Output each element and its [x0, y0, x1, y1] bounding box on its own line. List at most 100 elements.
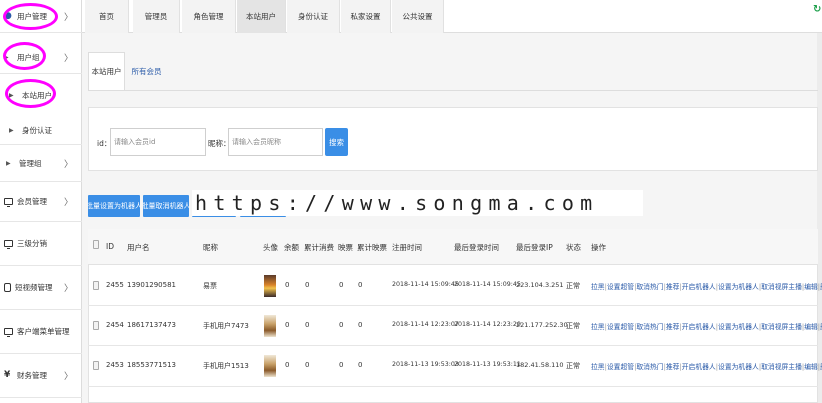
blacklist-link[interactable]: 拉黑	[591, 323, 605, 331]
set-super-admin-link[interactable]: 设置超管	[607, 283, 634, 291]
sidebar-item-label: 三级分销	[17, 239, 47, 248]
col-actions: 操作	[591, 243, 606, 252]
sidebar-item-site-users[interactable]: ▶ 本站用户	[0, 80, 82, 110]
enable-robot-link[interactable]: 开启机器人	[682, 323, 716, 331]
col-nickname: 昵称	[203, 243, 218, 252]
sidebar-item-identity-auth[interactable]: ▶ 身份认证	[0, 117, 82, 145]
tab-admins[interactable]: 管理员	[133, 0, 180, 33]
cell-reg-time: 2018-11-14 12:23:07	[392, 321, 459, 328]
cell-total-votes: 0	[358, 281, 363, 289]
sidebar-item-member-management[interactable]: 会员管理 〉	[0, 182, 82, 222]
avatar	[264, 275, 276, 297]
cell-consume: 0	[305, 321, 310, 329]
tab-site-users[interactable]: 本站用户	[237, 0, 286, 33]
cell-balance: 0	[285, 361, 290, 369]
batch-cancel-robot-button[interactable]: 批量取消机器人	[143, 195, 189, 217]
chevron-right-icon: 〉	[63, 372, 73, 382]
cell-ip: 221.177.252.30	[516, 321, 568, 329]
refresh-icon[interactable]: ↻	[813, 4, 821, 15]
table-header	[88, 229, 818, 265]
cell-nickname: 手机用户7473	[203, 322, 249, 330]
sidebar-item-client-menu[interactable]: 客户端菜单管理	[0, 310, 82, 354]
sidebar-item-short-video[interactable]: 短视频管理 〉	[0, 266, 82, 310]
tab-identity-auth[interactable]: 身份认证	[287, 0, 340, 33]
id-search-input[interactable]	[110, 128, 206, 156]
chevron-right-icon: 〉	[63, 160, 73, 170]
recommend-link[interactable]: 推荐	[666, 363, 680, 371]
col-votes: 映票	[338, 243, 353, 252]
set-super-admin-link[interactable]: 设置超管	[607, 363, 634, 371]
cell-username: 13901290581	[127, 281, 176, 289]
cancel-hot-link[interactable]: 取消热门	[636, 323, 663, 331]
subtab-site-users[interactable]: 本站用户	[88, 52, 125, 90]
cell-ip: 182.41.58.110	[516, 361, 564, 369]
sidebar-item-user-management[interactable]: ● 用户管理 〉	[0, 0, 82, 33]
sidebar-item-user-group[interactable]: ▶ 用户组 〉	[0, 41, 82, 74]
enable-robot-link[interactable]: 开启机器人	[682, 283, 716, 291]
batch-set-robot-button[interactable]: 批量设置为机器人	[88, 195, 140, 217]
triangle-icon: ▶	[9, 127, 14, 134]
enable-robot-link[interactable]: 开启机器人	[682, 363, 716, 371]
cell-consume: 0	[305, 281, 310, 289]
row-checkbox[interactable]	[93, 361, 99, 370]
edit-link[interactable]: 编辑	[804, 363, 818, 371]
search-button[interactable]: 搜索	[325, 128, 348, 156]
sidebar-item-label: 客户端菜单管理	[17, 327, 70, 336]
row-actions: 拉黑|设置超管|取消热门|推荐|开启机器人|设置为机器人|取消视屏主播|编辑|删…	[591, 281, 822, 291]
top-nav: 首页 管理员 角色管理 本站用户 身份认证 私家设置 公共设置 ↻	[82, 0, 822, 33]
set-robot-link[interactable]: 设置为机器人	[718, 323, 759, 331]
edit-link[interactable]: 编辑	[804, 323, 818, 331]
subtab-all-members[interactable]: 所有会员	[128, 52, 165, 90]
tab-roles[interactable]: 角色管理	[182, 0, 236, 33]
divider	[88, 90, 818, 91]
cell-username: 18553771513	[127, 361, 176, 369]
row-divider	[88, 305, 818, 306]
triangle-icon: ▶	[9, 91, 14, 99]
cell-balance: 0	[285, 281, 290, 289]
sidebar-item-finance[interactable]: ¥ 财务管理 〉	[0, 354, 82, 398]
col-id: ID	[106, 242, 114, 251]
chevron-right-icon: 〉	[63, 53, 73, 64]
set-super-admin-link[interactable]: 设置超管	[607, 323, 634, 331]
sidebar-item-label: 用户组	[17, 52, 40, 62]
cancel-video-host-link[interactable]: 取消视屏主播	[761, 323, 802, 331]
col-avatar: 头像	[263, 243, 278, 252]
cell-id: 2454	[106, 321, 124, 329]
users-icon: ●	[4, 10, 12, 21]
cancel-video-host-link[interactable]: 取消视屏主播	[761, 283, 802, 291]
sidebar-item-label: 身份认证	[22, 126, 52, 135]
cell-status: 正常	[566, 322, 580, 330]
sidebar-item-label: 管理组	[19, 159, 42, 168]
cancel-video-host-link[interactable]: 取消视屏主播	[761, 363, 802, 371]
avatar	[264, 315, 276, 337]
tab-private-settings[interactable]: 私家设置	[341, 0, 391, 33]
col-status: 状态	[566, 243, 581, 252]
set-robot-link[interactable]: 设置为机器人	[718, 363, 759, 371]
select-all-checkbox[interactable]	[93, 240, 99, 249]
avatar	[264, 355, 276, 377]
tab-public-settings[interactable]: 公共设置	[392, 0, 444, 33]
set-robot-link[interactable]: 设置为机器人	[718, 283, 759, 291]
tab-home[interactable]: 首页	[85, 0, 129, 33]
col-total-consume: 累计消费	[304, 243, 334, 252]
sidebar-item-distribution[interactable]: 三级分销	[0, 222, 82, 266]
monitor-icon	[4, 328, 13, 337]
row-actions: 拉黑|设置超管|取消热门|推荐|开启机器人|设置为机器人|取消视屏主播|编辑|删…	[591, 361, 822, 371]
recommend-link[interactable]: 推荐	[666, 323, 680, 331]
recommend-link[interactable]: 推荐	[666, 283, 680, 291]
nickname-search-input[interactable]	[228, 128, 323, 156]
cancel-hot-link[interactable]: 取消热门	[636, 363, 663, 371]
cell-votes: 0	[339, 281, 344, 289]
blacklist-link[interactable]: 拉黑	[591, 363, 605, 371]
cell-votes: 0	[339, 321, 344, 329]
sidebar-item-admin-group[interactable]: ▶ 管理组 〉	[0, 146, 82, 182]
edit-link[interactable]: 编辑	[804, 283, 818, 291]
triangle-icon: ▶	[4, 53, 9, 61]
blacklist-link[interactable]: 拉黑	[591, 283, 605, 291]
cancel-hot-link[interactable]: 取消热门	[636, 283, 663, 291]
triangle-icon: ▶	[6, 160, 11, 167]
row-checkbox[interactable]	[93, 281, 99, 290]
monitor-icon	[4, 198, 13, 207]
row-checkbox[interactable]	[93, 321, 99, 330]
phone-icon	[4, 283, 11, 292]
